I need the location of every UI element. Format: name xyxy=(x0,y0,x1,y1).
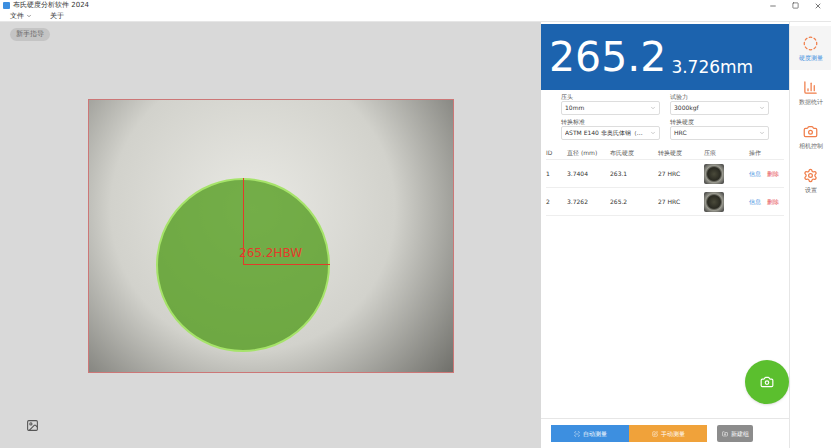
radius-line-horizontal xyxy=(243,264,330,265)
column-header: ID xyxy=(546,149,567,157)
nav-icon xyxy=(803,80,818,95)
menu-item[interactable]: 文件 xyxy=(10,13,32,20)
hardness-overlay-label: 265.2HBW xyxy=(239,247,302,259)
specimen-photo: 265.2HBW xyxy=(88,99,454,373)
table-row[interactable]: 23.7262265.227 HRC信息删除 xyxy=(546,188,784,216)
column-header: 布氏硬度 xyxy=(610,149,658,157)
field-label: 转换标准 xyxy=(561,118,660,125)
nav-icon xyxy=(803,36,818,51)
column-header: 压痕 xyxy=(704,149,749,157)
info-link[interactable]: 信息 xyxy=(749,170,761,178)
capture-button[interactable] xyxy=(745,360,789,404)
minimize-icon[interactable] xyxy=(769,2,777,10)
field-label: 转换硬度 xyxy=(670,118,769,125)
field-select[interactable]: ASTM E140 非奥氏体钢（... xyxy=(561,126,660,140)
image-canvas: 新手指导 265.2HBW xyxy=(0,22,541,448)
delete-link[interactable]: 删除 xyxy=(767,198,779,206)
button-icon xyxy=(722,431,728,437)
bottom-toolbar: 自动测量手动测量新建组 xyxy=(541,418,789,448)
right-panel: 265.2 3.726mm 压头10mm 试验力3000kgf 转换标准ASTM E14… xyxy=(541,22,789,448)
diameter-value: 3.726mm xyxy=(671,59,753,76)
table-row[interactable]: 13.7404263.127 HRC信息删除 xyxy=(546,160,784,188)
chevron-down-icon xyxy=(759,130,765,136)
chevron-down-icon xyxy=(650,105,656,111)
image-icon[interactable] xyxy=(26,419,39,432)
window-title: 布氏硬度分析软件 2024 xyxy=(13,2,89,9)
chevron-down-icon xyxy=(759,105,765,111)
toolbar-button[interactable]: 手动测量 xyxy=(629,425,707,442)
app-logo-icon xyxy=(3,2,10,9)
camera-icon xyxy=(760,375,774,389)
sidebar-item[interactable]: 相机控制 xyxy=(790,114,831,158)
delete-link[interactable]: 删除 xyxy=(767,170,779,178)
field-label: 压头 xyxy=(561,93,660,100)
indentation-thumbnail xyxy=(704,164,724,184)
app-window: 布氏硬度分析软件 2024 文件 关于新手指导 265.2HBW 265.2 3.726m… xyxy=(0,0,831,448)
indentation-thumbnail xyxy=(704,192,724,212)
toolbar-button[interactable]: 新建组 xyxy=(717,425,753,442)
field-select[interactable]: 10mm xyxy=(561,101,660,115)
result-header: 265.2 3.726mm xyxy=(541,24,789,90)
sidebar-item[interactable]: 数据统计 xyxy=(790,70,831,114)
guide-button[interactable]: 新手指导 xyxy=(10,28,50,41)
results-table: ID直径 (mm)布氏硬度转换硬度压痕操作13.7404263.127 HRC信… xyxy=(541,146,789,216)
column-header: 操作 xyxy=(749,149,784,157)
field-select[interactable]: HRC xyxy=(670,126,769,140)
hardness-value: 265.2 xyxy=(549,37,666,78)
nav-icon xyxy=(803,124,818,139)
close-icon[interactable] xyxy=(814,2,822,10)
toolbar-button[interactable]: 自动测量 xyxy=(551,425,629,442)
maximize-icon[interactable] xyxy=(792,2,799,9)
nav-sidebar: 硬度测量数据统计相机控制设置 xyxy=(789,22,831,448)
form-field: 试验力3000kgf xyxy=(670,93,769,115)
settings-form: 压头10mm试验力3000kgf转换标准ASTM E140 非奥氏体钢（...转… xyxy=(541,90,789,140)
menu-bar: 文件 关于 xyxy=(0,11,831,22)
field-select[interactable]: 3000kgf xyxy=(670,101,769,115)
table-header: ID直径 (mm)布氏硬度转换硬度压痕操作 xyxy=(546,146,784,160)
form-field: 压头10mm xyxy=(561,93,660,115)
column-header: 转换硬度 xyxy=(658,149,704,157)
title-bar: 布氏硬度分析软件 2024 xyxy=(0,0,831,11)
button-icon xyxy=(574,431,580,437)
chevron-down-icon xyxy=(650,130,656,136)
info-link[interactable]: 信息 xyxy=(749,198,761,206)
field-label: 试验力 xyxy=(670,93,769,100)
nav-icon xyxy=(803,168,818,183)
column-header: 直径 (mm) xyxy=(567,149,610,157)
form-field: 转换标准ASTM E140 非奥氏体钢（... xyxy=(561,118,660,140)
sidebar-item[interactable]: 设置 xyxy=(790,158,831,202)
button-icon xyxy=(652,431,658,437)
sidebar-item[interactable]: 硬度测量 xyxy=(790,26,831,70)
chevron-down-icon xyxy=(26,13,32,19)
menu-item[interactable]: 关于 xyxy=(50,13,64,20)
form-field: 转换硬度HRC xyxy=(670,118,769,140)
